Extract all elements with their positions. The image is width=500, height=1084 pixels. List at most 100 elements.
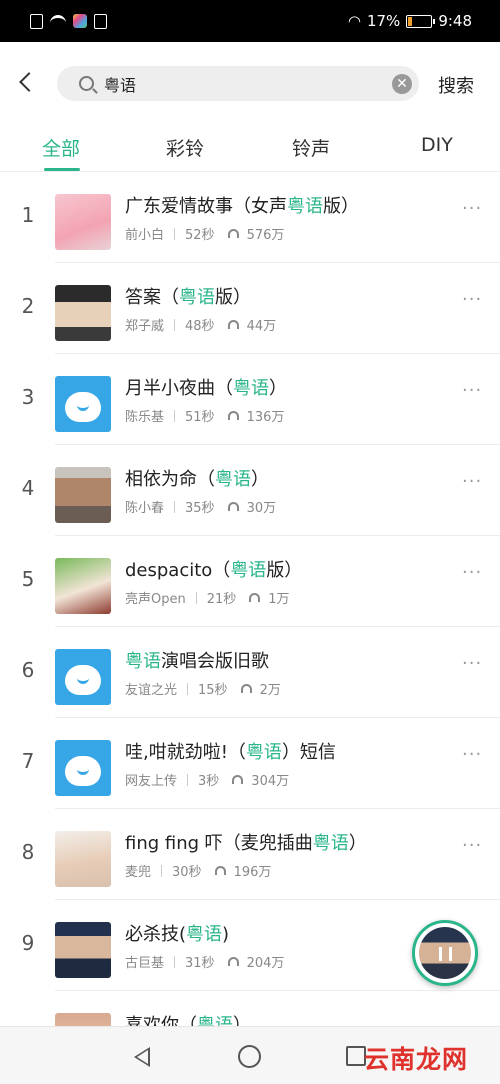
song-meta: 郑子威 48秒 44万 <box>125 315 276 334</box>
song-title: fing fing 吓（麦兜插曲粤语） <box>125 833 367 854</box>
headphone-icon <box>227 320 239 329</box>
song-meta: 陈小春 35秒 30万 <box>125 497 276 516</box>
more-options-icon[interactable]: ··· <box>462 289 482 310</box>
sim-alert-icon <box>30 13 43 29</box>
battery-icon <box>406 14 436 28</box>
song-cover <box>55 649 111 705</box>
headphone-status-icon: ◠ <box>347 12 361 30</box>
song-meta: 网友上传 3秒 304万 <box>125 770 289 789</box>
song-title: 相依为命（粤语） <box>125 469 269 490</box>
song-cover <box>55 285 111 341</box>
rank-number: 8 <box>21 840 35 864</box>
song-title: 必杀技(粤语) <box>125 924 230 945</box>
song-cover <box>55 558 111 614</box>
song-meta: 友谊之光 15秒 2万 <box>125 679 281 698</box>
watermark-logo: 云南龙网 <box>364 1045 469 1074</box>
rank-number: 5 <box>21 567 35 591</box>
more-options-icon[interactable]: ··· <box>462 380 482 401</box>
song-title: 广东爱情故事（女声粤语版） <box>125 196 359 217</box>
artist-name: 亮声Open <box>125 592 186 607</box>
artist-name: 陈乐基 <box>125 410 165 425</box>
artist-name: 古巨基 <box>125 956 165 971</box>
duration: 48秒 <box>185 319 215 334</box>
song-title: 哇,咁就劲啦!（粤语）短信 <box>125 742 336 763</box>
song-cover <box>55 740 111 796</box>
wifi-icon <box>50 15 66 27</box>
play-count: 304万 <box>251 774 290 789</box>
tab-ringtone[interactable]: 铃声 <box>292 134 330 161</box>
rank-number: 2 <box>21 294 35 318</box>
more-options-icon[interactable]: ··· <box>462 471 482 492</box>
more-options-icon[interactable]: ··· <box>462 562 482 583</box>
headphone-icon <box>227 229 239 238</box>
song-cover <box>55 194 111 250</box>
search-icon <box>79 76 94 91</box>
song-title: 粤语演唱会版旧歌 <box>125 651 269 672</box>
nav-home-icon[interactable] <box>238 1045 261 1068</box>
song-cover <box>55 467 111 523</box>
headphone-icon <box>214 866 226 875</box>
nav-back-icon[interactable] <box>134 1047 150 1067</box>
duration: 35秒 <box>185 501 215 516</box>
duration: 21秒 <box>206 592 237 607</box>
headphone-icon <box>249 593 261 602</box>
list-item[interactable]: 6 粤语演唱会版旧歌 友谊之光 15秒 2万 ··· <box>0 627 500 718</box>
tab-diy[interactable]: DIY <box>421 134 453 156</box>
play-count: 196万 <box>233 865 272 880</box>
duration: 15秒 <box>198 683 228 698</box>
duration: 31秒 <box>185 956 215 971</box>
more-options-icon[interactable]: ··· <box>462 835 482 856</box>
list-item[interactable]: 5 despacito（粤语版） 亮声Open 21秒 1万 ··· <box>0 536 500 627</box>
rank-number: 4 <box>21 476 35 500</box>
more-options-icon[interactable]: ··· <box>462 653 482 674</box>
tab-all[interactable]: 全部 <box>42 134 80 161</box>
more-options-icon[interactable]: ··· <box>462 198 482 219</box>
rank-number: 9 <box>21 931 35 955</box>
headphone-icon <box>227 957 239 966</box>
list-item[interactable]: 8 fing fing 吓（麦兜插曲粤语） 麦兜 30秒 196万 ··· <box>0 809 500 900</box>
artist-name: 陈小春 <box>125 501 165 516</box>
headphone-icon <box>227 411 239 420</box>
active-tab-indicator <box>44 168 80 171</box>
headphone-icon <box>227 502 239 511</box>
play-count: 44万 <box>246 319 277 334</box>
song-meta: 亮声Open 21秒 1万 <box>125 588 290 607</box>
clear-icon[interactable]: ✕ <box>392 74 412 94</box>
mini-player-button[interactable] <box>412 920 478 986</box>
song-title: despacito（粤语版） <box>125 560 303 581</box>
back-button[interactable] <box>0 42 50 122</box>
clock: 9:48 <box>438 12 472 30</box>
search-header: ✕ 搜索 <box>0 42 500 122</box>
duration: 52秒 <box>185 228 215 243</box>
song-meta: 麦兜 30秒 196万 <box>125 861 271 880</box>
list-item[interactable]: 3 月半小夜曲（粤语） 陈乐基 51秒 136万 ··· <box>0 354 500 445</box>
nav-recents-icon[interactable] <box>346 1046 366 1066</box>
artist-name: 郑子威 <box>125 319 165 334</box>
search-button[interactable]: 搜索 <box>438 72 474 98</box>
list-item[interactable]: 4 相依为命（粤语） 陈小春 35秒 30万 ··· <box>0 445 500 536</box>
duration: 3秒 <box>198 774 220 789</box>
status-bar: ◠ 17% 9:48 <box>0 0 500 42</box>
search-box[interactable]: ✕ <box>57 66 419 101</box>
search-input[interactable] <box>104 74 374 93</box>
song-meta: 古巨基 31秒 204万 <box>125 952 284 971</box>
list-item[interactable]: 2 答案（粤语版） 郑子威 48秒 44万 ··· <box>0 263 500 354</box>
artist-name: 前小白 <box>125 228 165 243</box>
app-notification-icon <box>73 14 87 28</box>
play-count: 1万 <box>268 592 290 607</box>
song-meta: 陈乐基 51秒 136万 <box>125 406 284 425</box>
song-title: 答案（粤语版） <box>125 287 251 308</box>
artist-name: 网友上传 <box>125 774 178 789</box>
list-item[interactable]: 7 哇,咁就劲啦!（粤语）短信 网友上传 3秒 304万 ··· <box>0 718 500 809</box>
song-title: 月半小夜曲（粤语） <box>125 378 287 399</box>
play-count: 136万 <box>246 410 285 425</box>
rank-number: 1 <box>21 203 35 227</box>
play-count: 204万 <box>246 956 285 971</box>
rank-number: 7 <box>21 749 35 773</box>
rank-number: 3 <box>21 385 35 409</box>
play-count: 2万 <box>259 683 281 698</box>
more-options-icon[interactable]: ··· <box>462 744 482 765</box>
list-item[interactable]: 1 广东爱情故事（女声粤语版） 前小白 52秒 576万 ··· <box>0 172 500 263</box>
tab-ringback[interactable]: 彩铃 <box>166 134 204 161</box>
duration: 30秒 <box>172 865 202 880</box>
